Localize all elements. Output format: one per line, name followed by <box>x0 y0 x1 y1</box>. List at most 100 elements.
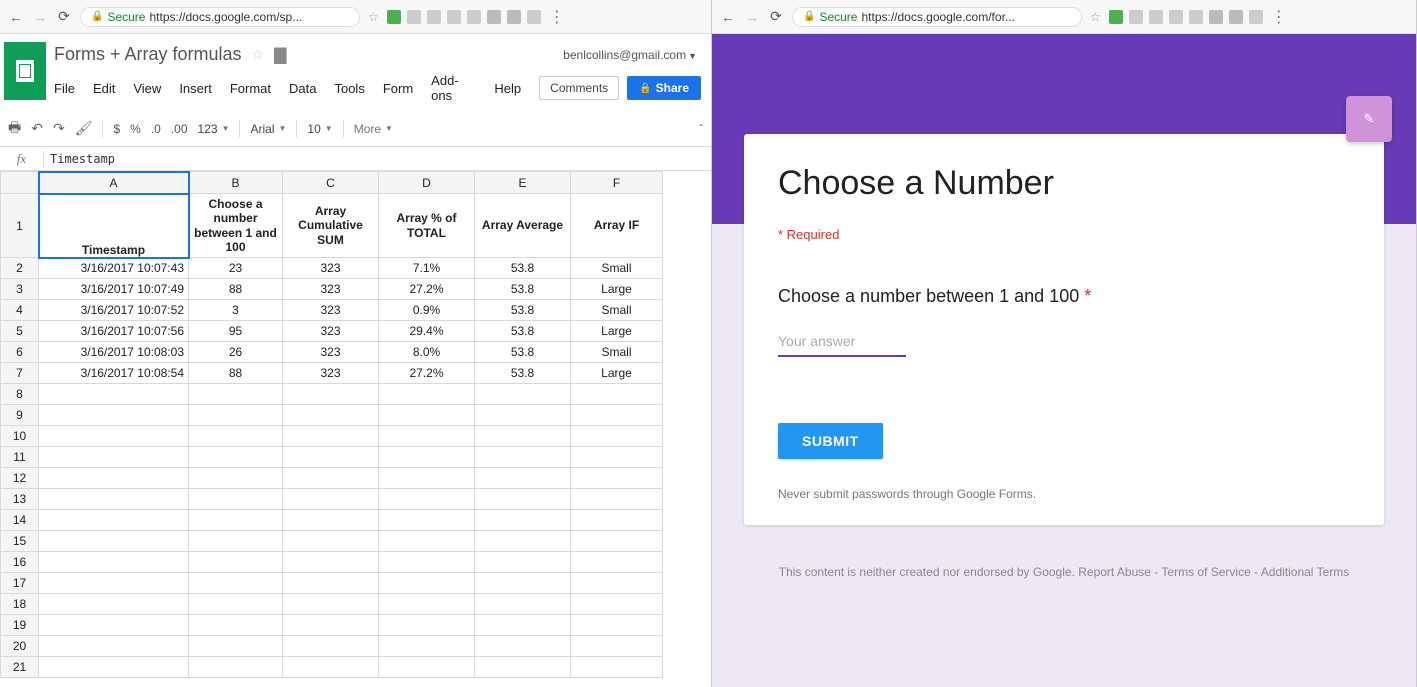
row-hdr[interactable]: 20 <box>1 636 39 657</box>
undo-icon[interactable]: ↶ <box>31 120 43 137</box>
cell[interactable]: Array Average <box>475 194 571 258</box>
cell[interactable] <box>571 489 663 510</box>
cell[interactable] <box>379 426 475 447</box>
font-select[interactable]: Arial▼ <box>250 122 286 136</box>
cell[interactable] <box>571 384 663 405</box>
cell[interactable] <box>283 447 379 468</box>
cell[interactable]: 88 <box>189 279 283 300</box>
row-hdr[interactable]: 19 <box>1 615 39 636</box>
cell[interactable] <box>39 531 189 552</box>
cell[interactable] <box>189 552 283 573</box>
cell[interactable] <box>379 615 475 636</box>
row-hdr[interactable]: 13 <box>1 489 39 510</box>
cell[interactable] <box>283 552 379 573</box>
cell[interactable] <box>475 405 571 426</box>
cell[interactable] <box>379 552 475 573</box>
cell[interactable] <box>475 468 571 489</box>
ext-icon[interactable] <box>1229 10 1243 24</box>
reload-icon[interactable]: ⟳ <box>56 9 72 25</box>
size-select[interactable]: 10▼ <box>307 122 332 136</box>
row-hdr[interactable]: 11 <box>1 447 39 468</box>
cell[interactable]: 53.8 <box>475 300 571 321</box>
cell[interactable] <box>379 468 475 489</box>
row-hdr[interactable]: 1 <box>1 194 39 258</box>
cell[interactable] <box>283 384 379 405</box>
cell[interactable]: 53.8 <box>475 279 571 300</box>
tb-dec1[interactable]: .0 <box>151 122 161 136</box>
cell[interactable] <box>39 489 189 510</box>
cell[interactable] <box>475 384 571 405</box>
menu-addons[interactable]: Add-ons <box>431 73 476 103</box>
cell[interactable] <box>189 636 283 657</box>
cell[interactable] <box>283 636 379 657</box>
cell[interactable] <box>39 636 189 657</box>
cell[interactable]: Small <box>571 300 663 321</box>
cell[interactable] <box>39 384 189 405</box>
cell[interactable] <box>571 615 663 636</box>
cell[interactable]: 27.2% <box>379 363 475 384</box>
formula-input[interactable] <box>44 152 711 166</box>
cell[interactable] <box>189 510 283 531</box>
ext-icon[interactable] <box>467 10 481 24</box>
cell[interactable]: Array % of TOTAL <box>379 194 475 258</box>
col-hdr-D[interactable]: D <box>379 172 475 194</box>
cell[interactable] <box>475 594 571 615</box>
cell[interactable] <box>571 426 663 447</box>
cell[interactable] <box>189 657 283 678</box>
cell[interactable]: 95 <box>189 321 283 342</box>
row-hdr[interactable]: 5 <box>1 321 39 342</box>
cell[interactable]: 0.9% <box>379 300 475 321</box>
cell[interactable] <box>379 405 475 426</box>
cell[interactable]: 323 <box>283 321 379 342</box>
menu-format[interactable]: Format <box>230 81 271 96</box>
cell[interactable] <box>475 657 571 678</box>
cell[interactable] <box>189 489 283 510</box>
cell[interactable] <box>379 489 475 510</box>
cell[interactable] <box>39 657 189 678</box>
cell[interactable] <box>571 468 663 489</box>
cell[interactable] <box>189 573 283 594</box>
row-hdr[interactable]: 10 <box>1 426 39 447</box>
answer-input[interactable] <box>778 327 906 357</box>
tb-more[interactable]: More▼ <box>354 122 393 136</box>
back-icon[interactable]: ← <box>8 9 24 25</box>
cell[interactable] <box>571 573 663 594</box>
row-hdr[interactable]: 6 <box>1 342 39 363</box>
cell[interactable]: 323 <box>283 279 379 300</box>
move-folder-icon[interactable]: ▇ <box>274 45 286 65</box>
menu-data[interactable]: Data <box>289 81 316 96</box>
cell[interactable] <box>189 447 283 468</box>
row-hdr[interactable]: 3 <box>1 279 39 300</box>
cell[interactable] <box>283 594 379 615</box>
row-hdr[interactable]: 21 <box>1 657 39 678</box>
cell[interactable] <box>189 405 283 426</box>
cell[interactable] <box>475 447 571 468</box>
chrome-menu-icon[interactable]: ⋮ <box>549 7 565 27</box>
row-hdr[interactable]: 9 <box>1 405 39 426</box>
cell[interactable] <box>475 552 571 573</box>
cell[interactable] <box>571 594 663 615</box>
menu-form[interactable]: Form <box>383 81 413 96</box>
doc-title[interactable]: Forms + Array formulas <box>54 44 242 65</box>
url-bar[interactable]: 🔒 Secure https://docs.google.com/sp... <box>80 7 360 27</box>
cell[interactable] <box>39 405 189 426</box>
cell[interactable] <box>39 510 189 531</box>
cell[interactable]: 29.4% <box>379 321 475 342</box>
tb-percent[interactable]: % <box>130 122 141 136</box>
ext-icon[interactable] <box>1189 10 1203 24</box>
grid-area[interactable]: A B C D E F 1 Timestamp Choose a number … <box>0 171 711 687</box>
cell[interactable] <box>571 636 663 657</box>
col-hdr-C[interactable]: C <box>283 172 379 194</box>
row-hdr[interactable]: 17 <box>1 573 39 594</box>
cell[interactable] <box>39 468 189 489</box>
row-hdr[interactable]: 16 <box>1 552 39 573</box>
cell[interactable] <box>379 657 475 678</box>
cell[interactable]: 8.0% <box>379 342 475 363</box>
cell[interactable]: 53.8 <box>475 321 571 342</box>
cell[interactable] <box>283 405 379 426</box>
cell[interactable]: 323 <box>283 342 379 363</box>
cell[interactable] <box>379 594 475 615</box>
col-hdr-E[interactable]: E <box>475 172 571 194</box>
cell[interactable] <box>189 468 283 489</box>
ext-icon[interactable] <box>1209 10 1223 24</box>
